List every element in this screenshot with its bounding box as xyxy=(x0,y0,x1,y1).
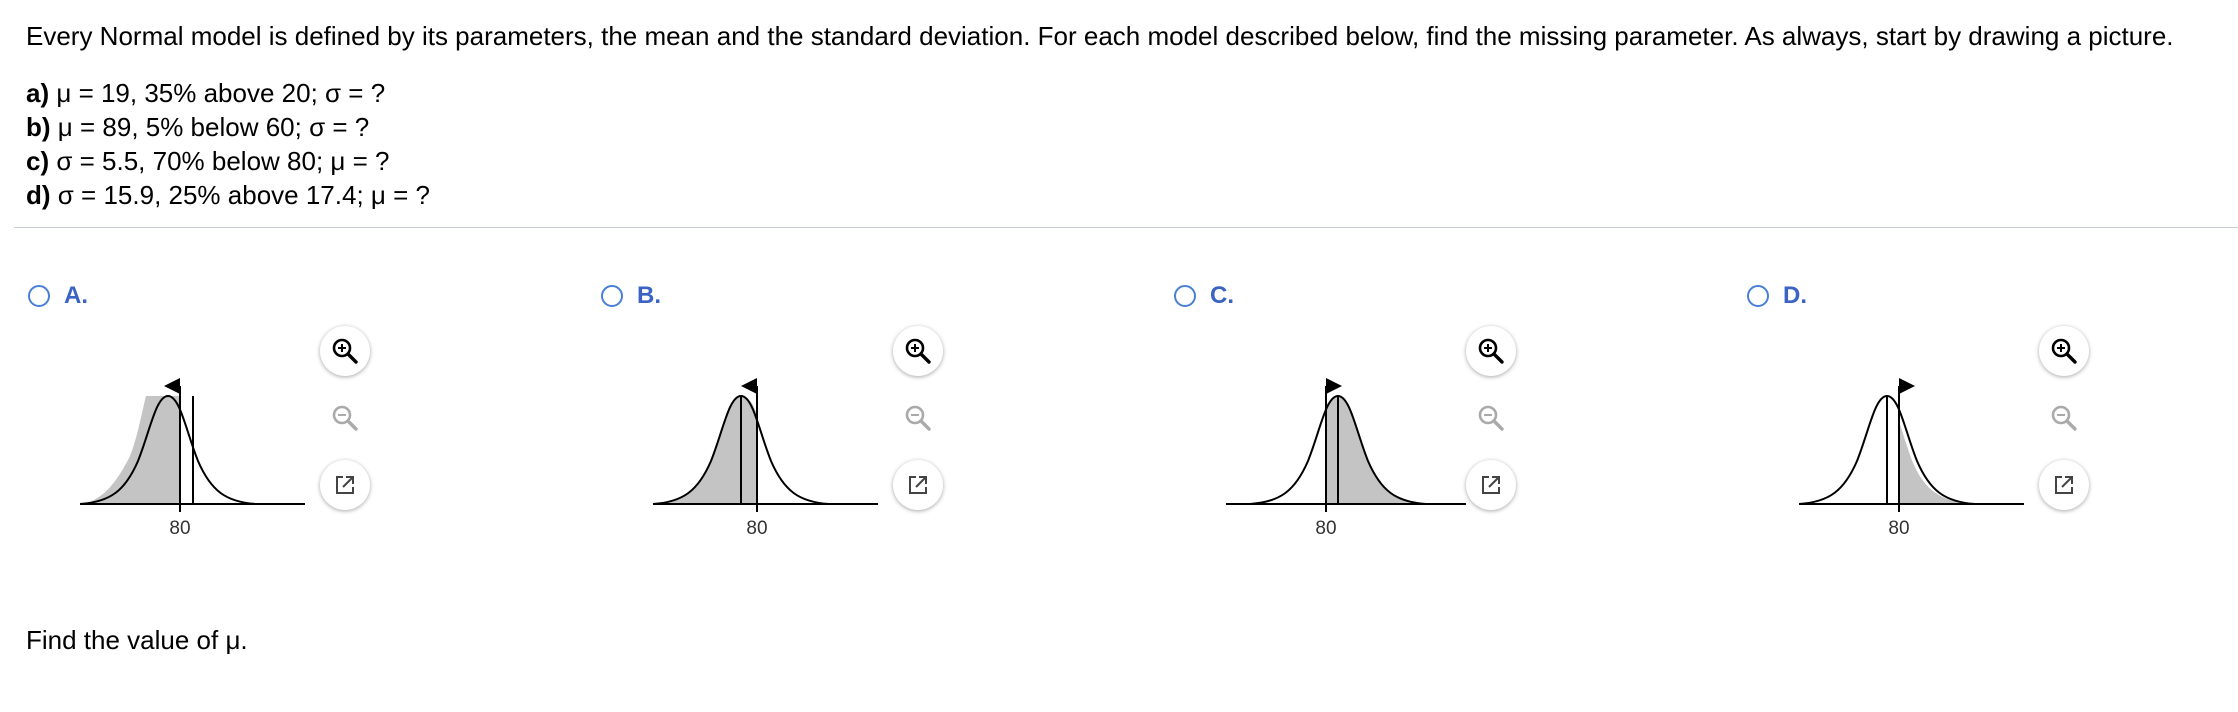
normal-curve-graph: 80 xyxy=(653,378,878,536)
zoom-out-button[interactable] xyxy=(2039,393,2089,443)
shaded-region xyxy=(80,396,180,504)
part-text: μ = 19, 35% above 20; σ = ? xyxy=(56,78,386,108)
radio-button[interactable] xyxy=(601,285,623,307)
option-label: B. xyxy=(637,282,661,309)
zoom-out-icon xyxy=(1478,405,1504,431)
normal-curve-graph: 80 xyxy=(1799,378,2024,536)
zoom-in-icon xyxy=(2051,338,2077,364)
flag-marker xyxy=(741,378,757,394)
tick-label: 80 xyxy=(169,518,190,536)
popout-button[interactable] xyxy=(320,460,370,510)
flag-marker xyxy=(1326,378,1342,394)
flag-marker xyxy=(164,378,180,394)
option-b: B. 80 xyxy=(601,276,1161,596)
zoom-in-icon xyxy=(332,338,358,364)
part-letter: c) xyxy=(26,146,50,176)
popout-button[interactable] xyxy=(1466,460,1516,510)
option-b-select[interactable]: B. xyxy=(601,282,661,310)
zoom-out-icon xyxy=(905,405,931,431)
flag-marker xyxy=(1899,378,1915,394)
tick-label: 80 xyxy=(1888,518,1909,536)
zoom-in-button[interactable] xyxy=(2039,326,2089,376)
part-a: a) μ = 19, 35% above 20; σ = ? xyxy=(26,76,430,110)
zoom-out-button[interactable] xyxy=(1466,393,1516,443)
option-c-select[interactable]: C. xyxy=(1174,282,1234,310)
option-label: C. xyxy=(1210,282,1234,309)
part-b: b) μ = 89, 5% below 60; σ = ? xyxy=(26,110,430,144)
radio-button[interactable] xyxy=(28,285,50,307)
normal-curve-graph: 80 xyxy=(80,378,305,536)
option-c: C. 80 xyxy=(1174,276,1734,596)
radio-button[interactable] xyxy=(1747,285,1769,307)
part-text: μ = 89, 5% below 60; σ = ? xyxy=(57,112,370,142)
normal-curve-graph: 80 xyxy=(1226,378,1466,536)
part-letter: d) xyxy=(26,180,51,210)
zoom-in-button[interactable] xyxy=(320,326,370,376)
question-intro: Every Normal model is defined by its par… xyxy=(26,21,2174,51)
zoom-out-icon xyxy=(332,405,358,431)
question-page: Every Normal model is defined by its par… xyxy=(0,0,2238,712)
question-prompt: Find the value of μ. xyxy=(26,625,248,655)
part-d: d) σ = 15.9, 25% above 17.4; μ = ? xyxy=(26,178,430,212)
zoom-out-icon xyxy=(2051,405,2077,431)
option-a-select[interactable]: A. xyxy=(28,282,88,310)
question-parts: a) μ = 19, 35% above 20; σ = ? b) μ = 89… xyxy=(26,76,430,212)
popout-icon xyxy=(1482,476,1500,494)
normal-curve xyxy=(653,394,878,505)
zoom-out-button[interactable] xyxy=(320,393,370,443)
radio-button[interactable] xyxy=(1174,285,1196,307)
option-label: A. xyxy=(64,282,88,309)
option-a: A. 80 xyxy=(28,276,588,596)
zoom-in-button[interactable] xyxy=(1466,326,1516,376)
part-text: σ = 15.9, 25% above 17.4; μ = ? xyxy=(57,180,430,210)
tick-label: 80 xyxy=(1315,518,1336,536)
popout-icon xyxy=(909,476,927,494)
part-c: c) σ = 5.5, 70% below 80; μ = ? xyxy=(26,144,430,178)
popout-button[interactable] xyxy=(893,460,943,510)
part-letter: b) xyxy=(26,112,51,142)
popout-icon xyxy=(336,476,354,494)
part-letter: a) xyxy=(26,78,50,108)
popout-button[interactable] xyxy=(2039,460,2089,510)
option-label: D. xyxy=(1783,282,1807,309)
tick-label: 80 xyxy=(746,518,767,536)
part-text: σ = 5.5, 70% below 80; μ = ? xyxy=(56,146,390,176)
zoom-in-button[interactable] xyxy=(893,326,943,376)
zoom-out-button[interactable] xyxy=(893,393,943,443)
popout-icon xyxy=(2055,476,2073,494)
zoom-in-icon xyxy=(1478,338,1504,364)
shaded-region xyxy=(1326,396,1426,504)
option-d-select[interactable]: D. xyxy=(1747,282,1807,310)
option-d: D. 80 xyxy=(1747,276,2238,596)
section-divider xyxy=(14,227,2238,228)
zoom-in-icon xyxy=(905,338,931,364)
